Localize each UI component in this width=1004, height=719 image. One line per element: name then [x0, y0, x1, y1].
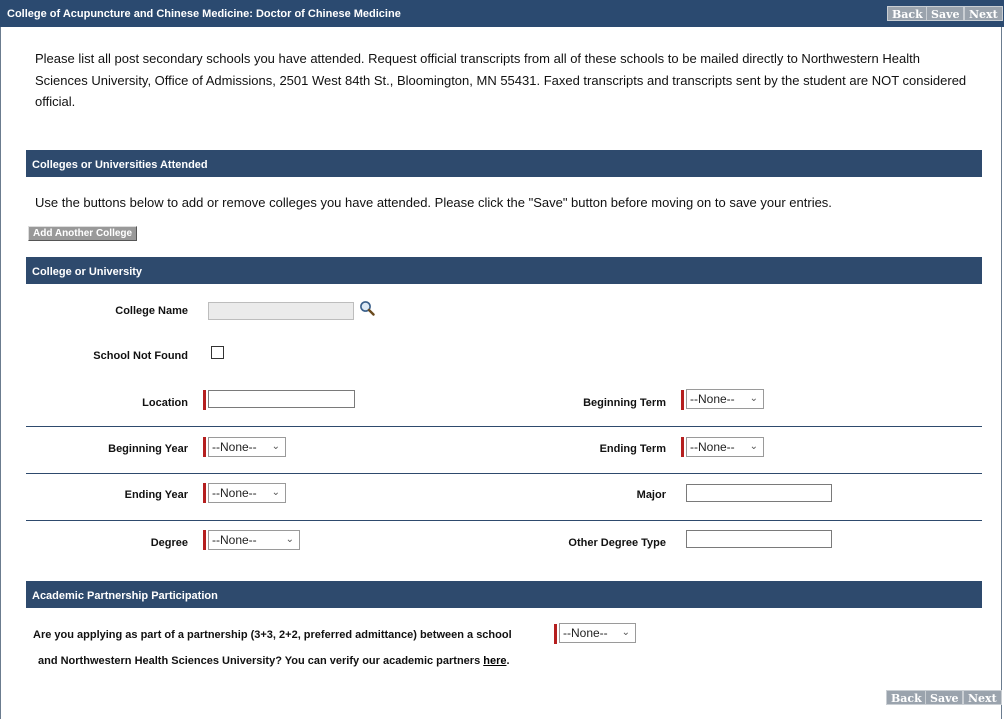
required-marker	[203, 390, 206, 410]
college-section-header: College or University	[26, 257, 982, 284]
partnership-select[interactable]: --None-- ⌄	[559, 623, 636, 643]
chevron-down-icon: ⌄	[285, 534, 294, 545]
location-label: Location	[142, 397, 188, 409]
degree-label: Degree	[150, 537, 188, 549]
save-button[interactable]: Save	[926, 6, 965, 21]
divider	[26, 473, 982, 474]
beginning-term-select[interactable]: --None-- ⌄	[686, 389, 764, 409]
beginning-term-value: --None--	[690, 392, 735, 406]
ending-term-value: --None--	[690, 440, 735, 454]
required-marker	[203, 437, 206, 457]
footer-back-button[interactable]: Back	[886, 690, 927, 705]
header-bar: College of Acupuncture and Chinese Medic…	[0, 0, 1004, 27]
required-marker	[681, 437, 684, 457]
search-icon[interactable]	[359, 300, 375, 316]
ending-year-label: Ending Year	[124, 489, 188, 501]
chevron-down-icon: ⌄	[271, 441, 280, 452]
partnership-section-header: Academic Partnership Participation	[26, 581, 982, 608]
divider	[26, 426, 982, 427]
add-another-college-button[interactable]: Add Another College	[28, 226, 138, 241]
partnership-question-line2: and Northwestern Health Sciences Univers…	[38, 655, 510, 667]
partnership-question-period: .	[506, 655, 510, 667]
partnership-question-text: and Northwestern Health Sciences Univers…	[38, 655, 484, 667]
beginning-year-select[interactable]: --None-- ⌄	[208, 437, 286, 457]
required-marker	[554, 624, 557, 644]
instructions-text: Please list all post secondary schools y…	[35, 51, 967, 109]
footer-save-button[interactable]: Save	[925, 690, 964, 705]
college-name-label: College Name	[115, 305, 188, 317]
required-marker	[203, 530, 206, 550]
ending-year-select[interactable]: --None-- ⌄	[208, 483, 286, 503]
school-not-found-label: School Not Found	[93, 350, 188, 362]
page-title: College of Acupuncture and Chinese Medic…	[7, 8, 401, 20]
beginning-year-label: Beginning Year	[108, 443, 188, 455]
beginning-term-label: Beginning Term	[583, 397, 666, 409]
chevron-down-icon: ⌄	[749, 441, 758, 452]
required-marker	[681, 390, 684, 410]
ending-term-label: Ending Term	[599, 443, 666, 455]
major-label: Major	[636, 489, 666, 501]
degree-select[interactable]: --None-- ⌄	[208, 530, 300, 550]
required-marker	[203, 483, 206, 503]
location-field[interactable]	[208, 390, 355, 408]
major-field[interactable]	[686, 484, 832, 502]
ending-year-value: --None--	[212, 486, 257, 500]
chevron-down-icon: ⌄	[271, 487, 280, 498]
degree-value: --None--	[212, 533, 257, 547]
school-not-found-checkbox[interactable]	[211, 346, 224, 359]
partnership-value: --None--	[563, 626, 608, 640]
partnership-question-line1: Are you applying as part of a partnershi…	[33, 629, 512, 641]
chevron-down-icon: ⌄	[621, 627, 630, 638]
other-degree-type-label: Other Degree Type	[568, 537, 666, 549]
college-name-field[interactable]	[208, 302, 354, 320]
beginning-year-value: --None--	[212, 440, 257, 454]
other-degree-type-field[interactable]	[686, 530, 832, 548]
academic-partners-link[interactable]: here	[483, 655, 506, 667]
divider	[26, 520, 982, 521]
next-button[interactable]: Next	[964, 6, 1003, 21]
attended-help-text: Use the buttons below to add or remove c…	[35, 195, 832, 210]
back-button[interactable]: Back	[887, 6, 928, 21]
attended-section-header: Colleges or Universities Attended	[26, 150, 982, 177]
chevron-down-icon: ⌄	[749, 393, 758, 404]
footer-next-button[interactable]: Next	[963, 690, 1002, 705]
ending-term-select[interactable]: --None-- ⌄	[686, 437, 764, 457]
